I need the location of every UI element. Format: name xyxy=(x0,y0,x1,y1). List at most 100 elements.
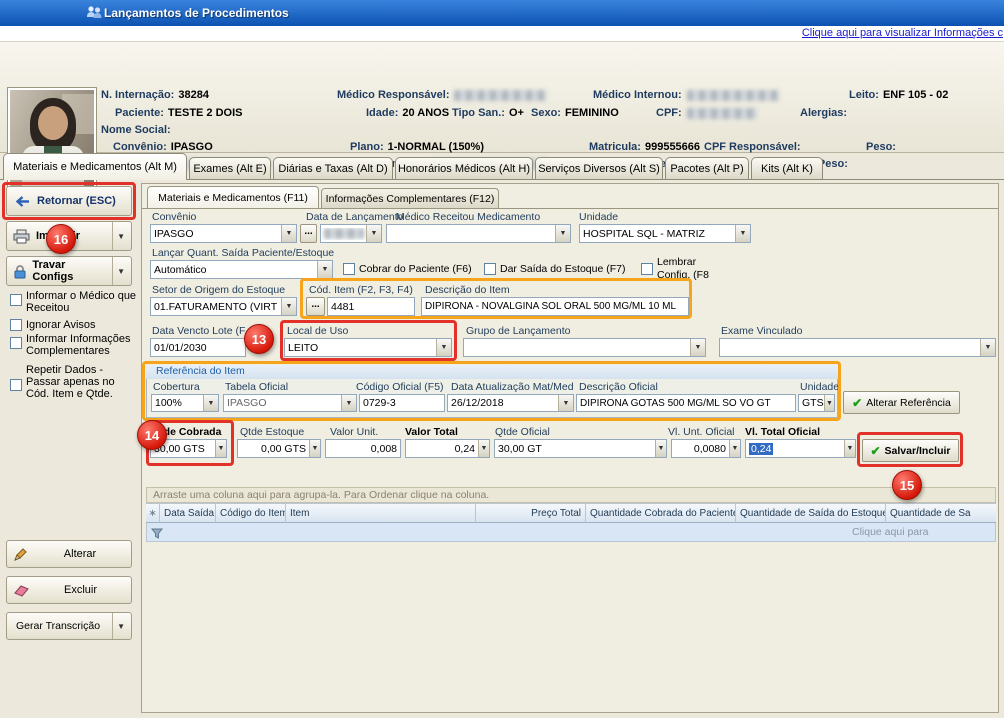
chevron-down-icon[interactable]: ▼ xyxy=(558,395,573,411)
chevron-down-icon[interactable]: ▼ xyxy=(281,225,296,242)
cobrar-paciente-checkbox[interactable] xyxy=(343,263,355,275)
lancar-quant-combo[interactable]: Automático▼ xyxy=(150,260,333,279)
codigo-oficial-input[interactable]: 0729-3 xyxy=(359,394,445,412)
chevron-down-icon[interactable]: ▼ xyxy=(436,339,451,356)
retornar-button[interactable]: Retornar (ESC) xyxy=(6,186,132,216)
tab-honorarios-medicos[interactable]: Honorários Médicos (Alt H) xyxy=(395,157,533,180)
alterar-referencia-button[interactable]: ✔Alterar Referência xyxy=(843,391,960,414)
inner-tab-materiais-f11[interactable]: Materiais e Medicamentos (F11) xyxy=(147,186,319,208)
chevron-down-icon[interactable]: ▼ xyxy=(824,395,834,411)
unidade-combo[interactable]: HOSPITAL SQL - MATRIZ▼ xyxy=(579,224,751,243)
chevron-down-icon[interactable]: ▼ xyxy=(690,339,705,356)
chevron-down-icon[interactable]: ▼ xyxy=(980,339,995,356)
valor-total-combo[interactable]: 0,24▼ xyxy=(405,439,490,458)
inner-tab-informacoes-f12[interactable]: Informações Complementares (F12) xyxy=(321,188,499,208)
chevron-down-icon[interactable]: ▼ xyxy=(555,225,570,242)
medico-receitou-label: Médico Receitou Medicamento xyxy=(396,211,540,223)
qtde-estoque-combo[interactable]: 0,00 GTS▼ xyxy=(237,439,321,458)
descricao-oficial-label: Descrição Oficial xyxy=(579,381,658,393)
tab-exames[interactable]: Exames (Alt E) xyxy=(189,157,271,180)
chevron-down-icon[interactable]: ▼ xyxy=(317,261,332,278)
field-paciente: Paciente:TESTE 2 DOIS xyxy=(115,107,243,119)
valor-unit-input[interactable]: 0,008 xyxy=(325,439,401,458)
data-atualizacao-combo[interactable]: 26/12/2018▼ xyxy=(447,394,574,412)
field-n-internacao: N. Internação:38284 xyxy=(101,89,209,101)
medico-receitou-combo[interactable]: ▼ xyxy=(386,224,571,243)
chevron-down-icon[interactable]: ▼ xyxy=(203,395,218,411)
informar-informacoes-checkbox[interactable] xyxy=(10,337,22,349)
grid-col-qtd-cobrada[interactable]: Quantidade Cobrada do Paciente xyxy=(586,503,736,523)
informar-medico-checkbox[interactable] xyxy=(10,294,22,306)
lembrar-config-checkbox[interactable] xyxy=(641,263,653,275)
convenio-lookup-button[interactable]: ... xyxy=(300,224,317,243)
tab-pacotes[interactable]: Pacotes (Alt P) xyxy=(665,157,749,180)
grid-groupby-bar[interactable]: Arraste uma coluna aqui para agrupa-la. … xyxy=(146,487,996,503)
salvar-incluir-button[interactable]: ✔Salvar/Incluir xyxy=(862,439,959,462)
convenio-combo[interactable]: IPASGO▼ xyxy=(150,224,297,243)
informar-medico-label: Informar o Médico que xyxy=(26,290,136,302)
chevron-down-icon[interactable]: ▼ xyxy=(281,298,296,315)
dar-saida-checkbox[interactable] xyxy=(484,263,496,275)
dar-saida-label: Dar Saída do Estoque (F7) xyxy=(500,263,625,275)
grid-col-qtd-saida[interactable]: Quantidade de Saída do Estoque xyxy=(736,503,886,523)
chevron-down-icon[interactable]: ▼ xyxy=(112,222,125,250)
chevron-down-icon[interactable]: ▼ xyxy=(341,395,356,411)
chevron-down-icon[interactable]: ▼ xyxy=(655,440,666,457)
repetir-dados-checkbox[interactable] xyxy=(10,379,22,391)
chevron-down-icon[interactable]: ▼ xyxy=(735,225,750,242)
grid-selector-column[interactable]: ∗ xyxy=(146,503,160,523)
setor-origem-combo[interactable]: 01.FATURAMENTO (VIRT▼ xyxy=(150,297,297,316)
chevron-down-icon[interactable]: ▼ xyxy=(844,440,855,457)
data-vencto-input[interactable]: 01/01/2030 xyxy=(150,338,246,357)
excluir-button[interactable]: Excluir xyxy=(6,576,132,604)
grupo-lancamento-combo[interactable]: ▼ xyxy=(463,338,706,357)
chevron-down-icon[interactable]: ▼ xyxy=(729,440,740,457)
data-lancamento-combo[interactable]: ▼ xyxy=(320,224,382,243)
field-sexo: Sexo:FEMININO xyxy=(531,107,619,119)
referencia-title: Referência do Item xyxy=(146,365,838,379)
visualizar-informacoes-link[interactable]: Clique aqui para visualizar Informações … xyxy=(802,27,1003,39)
chevron-down-icon[interactable]: ▼ xyxy=(366,225,381,242)
field-matricula: Matricula:999555666 xyxy=(589,141,700,153)
qtde-oficial-combo[interactable]: 30,00 GT▼ xyxy=(494,439,667,458)
grid-col-preco-total[interactable]: Preço Total xyxy=(476,503,586,523)
grid-col-data-saida[interactable]: Data Saída xyxy=(160,503,216,523)
vl-total-oficial-label: Vl. Total Oficial xyxy=(745,426,820,438)
qtde-estoque-label: Qtde Estoque xyxy=(240,426,304,438)
travar-configs-button[interactable]: Travar Configs ▼ xyxy=(6,256,132,286)
vl-unt-oficial-combo[interactable]: 0,0080▼ xyxy=(671,439,741,458)
chevron-down-icon[interactable]: ▼ xyxy=(112,257,125,285)
descricao-oficial-input[interactable]: DIPIRONA GOTAS 500 MG/ML SO VO GT xyxy=(576,394,796,412)
tab-servicos-diversos[interactable]: Serviços Diversos (Alt S) xyxy=(535,157,663,180)
grid-col-codigo-item[interactable]: Código do Item xyxy=(216,503,286,523)
chevron-down-icon[interactable]: ▼ xyxy=(478,440,489,457)
cod-item-lookup-button[interactable]: ... xyxy=(306,297,325,316)
descricao-item-input[interactable]: DIPIRONA - NOVALGINA SOL ORAL 500 MG/ML … xyxy=(421,297,689,316)
ignorar-avisos-checkbox[interactable] xyxy=(10,319,22,331)
window-title: Lançamentos de Procedimentos xyxy=(104,6,289,20)
cobrar-paciente-label: Cobrar do Paciente (F6) xyxy=(359,263,472,275)
grid-col-item[interactable]: Item xyxy=(286,503,476,523)
data-atualizacao-label: Data Atualização Mat/Med xyxy=(451,381,574,393)
grid-col-qtd-sa[interactable]: Quantidade de Sa xyxy=(886,503,996,523)
annotation-badge-16: 16 xyxy=(46,224,76,254)
tab-kits[interactable]: Kits (Alt K) xyxy=(751,157,823,180)
informar-informacoes-label: Informar Informações xyxy=(26,333,131,345)
cod-item-label: Cód. Item (F2, F3, F4) xyxy=(309,284,413,296)
lancar-quant-label: Lançar Quant. Saída Paciente/Estoque xyxy=(152,247,334,259)
exame-vinculado-combo[interactable]: ▼ xyxy=(719,338,996,357)
cobertura-combo[interactable]: 100%▼ xyxy=(151,394,219,412)
field-cpf: CPF: xyxy=(656,107,757,119)
local-uso-combo[interactable]: LEITO▼ xyxy=(284,338,452,357)
cod-item-input[interactable]: 4481 xyxy=(327,297,415,316)
chevron-down-icon[interactable]: ▼ xyxy=(215,440,226,457)
chevron-down-icon[interactable]: ▼ xyxy=(309,440,320,457)
alterar-button[interactable]: Alterar xyxy=(6,540,132,568)
tab-materiais-medicamentos[interactable]: Materiais e Medicamentos (Alt M) xyxy=(3,153,187,180)
tabela-oficial-combo[interactable]: IPASGO▼ xyxy=(223,394,357,412)
gerar-transcricao-button[interactable]: Gerar Transcrição ▼ xyxy=(6,612,132,640)
chevron-down-icon[interactable]: ▼ xyxy=(112,613,125,639)
tab-diarias-taxas[interactable]: Diárias e Taxas (Alt D) xyxy=(273,157,393,180)
vl-total-oficial-combo[interactable]: 0,24▼ xyxy=(745,439,856,458)
unidade-oficial-combo[interactable]: GTS▼ xyxy=(798,394,835,412)
